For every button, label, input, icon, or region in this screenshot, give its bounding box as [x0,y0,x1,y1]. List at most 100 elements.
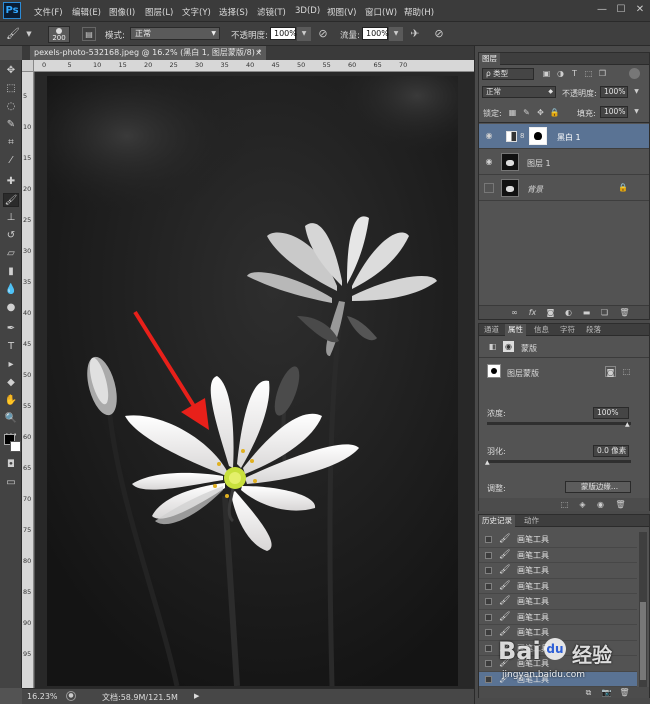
blur-tool-icon[interactable]: 💧 [3,283,19,297]
filter-adjustment-icon[interactable]: ◑ [555,68,566,79]
history-snapshot-checkbox[interactable] [485,675,492,683]
blend-mode-dropdown[interactable]: 正常 ◆ [482,86,556,98]
layer-name[interactable]: 背景 [527,184,543,195]
status-info-icon[interactable]: ● [66,691,76,701]
black-white-adjustment-icon[interactable] [506,131,517,142]
add-mask-icon[interactable]: ◙ [545,307,556,318]
layer-row-layer1[interactable]: ◉ 图层 1 [479,150,649,175]
filter-type-icon[interactable]: T [569,68,580,79]
filter-pixel-icon[interactable]: ▣ [541,68,552,79]
brush-panel-toggle-icon[interactable]: ▤ [82,27,96,41]
path-selection-tool-icon[interactable]: ▸ [3,358,19,372]
preset-dropdown-arrow-icon[interactable]: ▼ [22,27,36,41]
density-input[interactable]: 100% [593,407,629,419]
tab-channels[interactable]: 通道 [481,324,502,336]
maximize-button[interactable]: ☐ [615,4,627,16]
density-slider-track[interactable] [487,422,631,425]
quick-selection-tool-icon[interactable]: ✎ [3,118,19,132]
mask-edge-button[interactable]: 蒙版边缘... [565,481,631,493]
shape-tool-icon[interactable]: ◆ [3,376,19,390]
feather-slider-thumb[interactable]: ▲ [485,459,490,466]
history-scrollbar-thumb[interactable] [640,602,646,680]
gradient-tool-icon[interactable]: ▮ [3,265,19,279]
layer-mask-thumbnail[interactable] [529,127,547,145]
layer-name[interactable]: 图层 1 [527,158,551,169]
eyedropper-tool-icon[interactable]: ⁄ [3,154,19,168]
history-snapshot-checkbox[interactable] [485,536,492,543]
layer-style-icon[interactable]: fx [527,307,538,318]
eraser-tool-icon[interactable]: ▱ [3,247,19,261]
layer-opacity-input[interactable]: 100% [600,86,628,98]
mode-dropdown[interactable]: 正常 ▼ [130,27,220,40]
crop-tool-icon[interactable]: ⌗ [3,136,19,150]
history-item[interactable]: 🖌 画笔工具 [479,594,637,610]
history-item[interactable]: 🖌 画笔工具 [479,641,637,656]
lock-image-icon[interactable]: ✎ [521,107,532,118]
menu-file[interactable]: 文件(F) [34,6,63,18]
move-tool-icon[interactable]: ✥ [3,64,19,78]
layer-visibility-eye-icon[interactable]: ◉ [484,157,494,167]
healing-brush-tool-icon[interactable]: ✚ [3,175,19,189]
history-snapshot-checkbox[interactable] [485,582,492,590]
flow-input[interactable]: 100% [362,27,389,40]
opacity-dropdown-arrow-icon[interactable]: ▼ [297,27,311,41]
canvas-area[interactable] [35,72,474,688]
lock-transparency-icon[interactable]: ▦ [507,107,518,118]
tab-properties[interactable]: 属性 [505,324,526,336]
type-tool-icon[interactable]: T [3,340,19,354]
pen-tool-icon[interactable]: ✒ [3,322,19,336]
apply-mask-icon[interactable]: ◈ [577,499,588,510]
lasso-tool-icon[interactable]: ◌ [3,100,19,114]
brush-tool-preset-icon[interactable]: 🖌 [6,27,20,41]
quick-mask-icon[interactable]: ◘ [3,458,19,472]
filter-smart-object-icon[interactable]: ❒ [597,68,608,79]
tab-character[interactable]: 字符 [557,324,578,336]
history-snapshot-checkbox[interactable] [485,551,492,559]
zoom-level[interactable]: 16.23% [27,692,58,701]
feather-input[interactable]: 0.0 像素 [593,445,629,457]
tab-info[interactable]: 信息 [531,324,552,336]
filter-shape-icon[interactable]: ⬚ [583,68,594,79]
marquee-tool-icon[interactable]: ⬚ [3,82,19,96]
feather-slider-track[interactable] [487,460,631,463]
snapshot-icon[interactable]: 📷 [601,687,612,698]
layer-visibility-off-icon[interactable]: · [484,183,494,193]
flow-dropdown-arrow-icon[interactable]: ▼ [389,27,403,41]
tab-paragraph[interactable]: 段落 [583,324,604,336]
status-menu-arrow-icon[interactable]: ▶ [194,692,199,700]
photo-canvas[interactable] [47,76,458,686]
airbrush-icon[interactable]: ✈ [408,27,422,41]
menu-select[interactable]: 选择(S) [219,6,248,18]
history-snapshot-checkbox[interactable] [485,660,492,667]
disable-mask-icon[interactable]: ◉ [595,499,606,510]
opacity-input[interactable]: 100% [270,27,297,40]
close-window-button[interactable]: ✕ [634,4,646,16]
brush-tool-icon[interactable]: 🖌 [3,193,19,207]
select-pixel-mask-icon[interactable]: ◙ [605,366,616,377]
new-group-icon[interactable]: ▬ [581,307,592,318]
new-layer-icon[interactable]: ❏ [599,307,610,318]
tab-actions[interactable]: 动作 [521,515,542,527]
history-item[interactable]: 🖌 画笔工具 [479,610,637,625]
fill-input[interactable]: 100% [600,106,628,118]
menu-filter[interactable]: 滤镜(T) [257,6,286,18]
history-item[interactable]: 🖌 画笔工具 [479,563,637,579]
lock-all-icon[interactable]: 🔒 [549,107,560,118]
history-snapshot-checkbox[interactable] [485,629,492,636]
background-color-swatch[interactable] [10,441,21,452]
history-brush-tool-icon[interactable]: ↺ [3,229,19,243]
menu-image[interactable]: 图像(I) [109,6,135,18]
history-snapshot-checkbox[interactable] [485,567,492,574]
mask-properties-icon[interactable]: ◉ [503,341,514,352]
tablet-pressure-size-icon[interactable]: ⊘ [432,27,446,41]
add-vector-mask-icon[interactable]: ⬚ [621,366,632,377]
history-item[interactable]: 🖌 画笔工具 [479,548,637,563]
layer-row-bw[interactable]: ◉ 8 黑白 1 [479,124,649,149]
layer-row-background[interactable]: · 背景 🔒 [479,176,649,201]
clone-stamp-tool-icon[interactable]: ⊥ [3,211,19,225]
tab-history[interactable]: 历史记录 [479,515,515,527]
adjustment-properties-icon[interactable]: ◧ [487,341,498,352]
history-scrollbar[interactable] [639,532,647,687]
document-tab[interactable]: pexels-photo-532168.jpeg @ 16.2% (黑白 1, … [30,46,266,60]
minimize-button[interactable]: — [596,4,608,16]
